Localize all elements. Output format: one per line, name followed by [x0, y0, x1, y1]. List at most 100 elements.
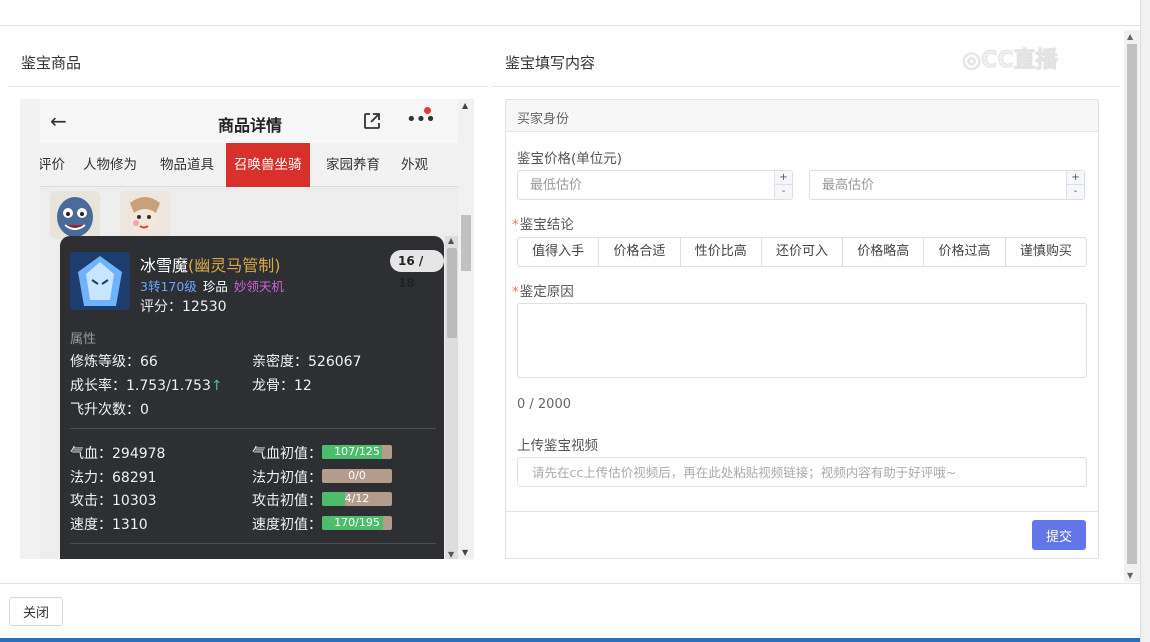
phone-tabs: 评价 人物修为 物品道具 召唤兽坐骑 家园养育 外观: [40, 143, 460, 187]
pet-portrait: [70, 252, 130, 310]
card-scrollbar[interactable]: ▲ ▼: [445, 236, 459, 559]
stat-hp: 气血：294978: [70, 446, 166, 462]
stat-mp-bar: 0/0: [322, 469, 392, 483]
reason-counter: 0 / 2000: [517, 397, 571, 412]
conclusion-option[interactable]: 性价比高: [681, 238, 762, 266]
stat-mp-init-label: 法力初值：: [252, 470, 322, 486]
preview-scrollbar-thumb[interactable]: [461, 215, 471, 271]
tab-appearance[interactable]: 外观: [401, 143, 428, 187]
min-price-field[interactable]: [518, 171, 774, 199]
buyer-section-label: 买家身份: [517, 112, 570, 127]
arrow-up-icon[interactable]: ▲: [462, 101, 468, 110]
min-price-input[interactable]: + -: [517, 170, 793, 200]
required-mark: *: [512, 284, 519, 300]
attr-dragon-bone: 龙骨：12: [252, 378, 312, 394]
right-section-divider: [492, 86, 1120, 87]
stat-speed-init-label: 速度初值：: [252, 517, 322, 533]
tab-review[interactable]: 评价: [40, 143, 65, 187]
card-divider: [70, 428, 436, 429]
pet-name: 冰雪魔(幽灵马管制): [140, 252, 281, 276]
card-divider: [70, 543, 436, 544]
arrow-up-icon[interactable]: ▲: [1127, 32, 1133, 41]
reason-textarea[interactable]: [517, 303, 1087, 378]
attr-growth-value: 成长率：1.753/1.753: [70, 378, 211, 394]
pet-rarity: 珍品: [202, 279, 228, 294]
max-price-field[interactable]: [810, 171, 1066, 199]
stat-mp-bar-text: 0/0: [348, 469, 366, 482]
phone-screen: ← 商品详情 ••• 评价 人物修为 物品道具 召唤兽坐骑 家园养育 外观 物品…: [40, 99, 460, 559]
form-footer-divider: [506, 511, 1098, 512]
growth-up-icon: ↑: [210, 378, 223, 394]
attr-intimacy: 亲密度：526067: [252, 354, 362, 370]
taskbar-strip: [0, 638, 1140, 642]
conclusion-options: 值得入手 价格合适 性价比高 还价可入 价格略高 价格过高 谨慎购买: [517, 237, 1087, 267]
conclusion-option[interactable]: 价格略高: [843, 238, 925, 266]
reason-label-text: 鉴定原因: [519, 284, 574, 300]
decrement-button[interactable]: -: [1066, 185, 1084, 199]
attribute-section-label: 属性: [70, 332, 97, 347]
conclusion-label-text: 鉴宝结论: [519, 217, 574, 233]
conclusion-option[interactable]: 价格合适: [599, 238, 681, 266]
pet-name-sub: (幽灵马管制): [188, 256, 281, 275]
pet-score: 评分：12530: [140, 299, 227, 315]
window-scrollbar[interactable]: [1140, 0, 1150, 642]
right-section-title: 鉴宝填写内容: [505, 54, 596, 72]
pet-skill: 妙领天机: [233, 279, 284, 294]
pet-avatar-2[interactable]: [120, 191, 170, 239]
notification-dot-icon: [424, 107, 431, 114]
arrow-up-icon[interactable]: ▲: [448, 236, 454, 245]
left-section-divider: [8, 86, 488, 87]
card-scrollbar-thumb[interactable]: [447, 248, 457, 338]
phone-header: ← 商品详情 •••: [40, 99, 460, 143]
submit-button[interactable]: 提交: [1032, 520, 1086, 550]
increment-button[interactable]: +: [774, 171, 792, 185]
max-price-input[interactable]: + -: [809, 170, 1085, 200]
page-scrollbar-thumb[interactable]: [1127, 44, 1137, 564]
tab-items[interactable]: 物品道具: [160, 143, 214, 187]
increment-button[interactable]: +: [1066, 171, 1084, 185]
left-section-title: 鉴宝商品: [21, 54, 82, 72]
conclusion-option[interactable]: 还价可入: [762, 238, 844, 266]
required-mark: *: [512, 217, 519, 233]
top-bar: [0, 0, 1140, 26]
tab-home[interactable]: 家园养育: [326, 143, 380, 187]
arrow-down-icon[interactable]: ▼: [1127, 571, 1133, 580]
arrow-down-icon[interactable]: ▼: [448, 550, 454, 559]
tab-character[interactable]: 人物修为: [83, 143, 137, 187]
price-label: 鉴宝价格(单位元): [517, 151, 623, 167]
stat-mp: 法力：68291: [70, 470, 157, 486]
pet-meta: 3转170级 珍品 妙领天机: [140, 276, 284, 295]
stat-speed-bar-text: 170/195: [334, 516, 380, 529]
attr-ascension: 飞升次数：0: [70, 402, 149, 418]
preview-scrollbar[interactable]: ▲ ▼: [458, 99, 474, 559]
decrement-button[interactable]: -: [774, 185, 792, 199]
conclusion-option[interactable]: 价格过高: [924, 238, 1006, 266]
attr-growth: 成长率：1.753/1.753↑: [70, 375, 223, 395]
share-icon[interactable]: [362, 111, 382, 135]
pet-name-main: 冰雪魔: [140, 256, 189, 275]
stat-attack-bar-text: 4/12: [344, 492, 370, 505]
stat-hp-bar: 107/125: [322, 445, 392, 459]
arrow-down-icon[interactable]: ▼: [462, 548, 468, 557]
form-header: 买家身份: [506, 100, 1098, 132]
video-link-input[interactable]: [517, 457, 1087, 487]
page-badge: 16 / 18: [390, 250, 444, 290]
video-label: 上传鉴宝视频: [517, 438, 598, 454]
stat-attack: 攻击：10303: [70, 493, 157, 509]
conclusion-option[interactable]: 谨慎购买: [1006, 238, 1086, 266]
appraisal-form: 买家身份 鉴宝价格(单位元) + - + - *鉴宝结论 值得入手 价格合适 性…: [505, 99, 1099, 559]
pet-avatar-1[interactable]: [50, 191, 100, 239]
page-scrollbar[interactable]: ▲ ▼: [1124, 30, 1140, 582]
stat-attack-bar: 4/12: [322, 492, 392, 506]
stat-hp-bar-text: 107/125: [334, 445, 380, 458]
close-button[interactable]: 关闭: [9, 597, 63, 626]
stat-speed: 速度：1310: [70, 517, 148, 533]
attr-cultivation: 修炼等级：66: [70, 354, 158, 370]
stat-attack-init-label: 攻击初值：: [252, 493, 322, 509]
pet-detail-card: 冰雪魔(幽灵马管制) 3转170级 珍品 妙领天机 评分：12530 16 / 18…: [60, 236, 444, 559]
reason-label: *鉴定原因: [512, 280, 574, 300]
conclusion-label: *鉴宝结论: [512, 213, 574, 233]
tab-summon-mount[interactable]: 召唤兽坐骑: [226, 143, 310, 187]
conclusion-option[interactable]: 值得入手: [518, 238, 600, 266]
phone-header-title: 商品详情: [217, 116, 282, 135]
